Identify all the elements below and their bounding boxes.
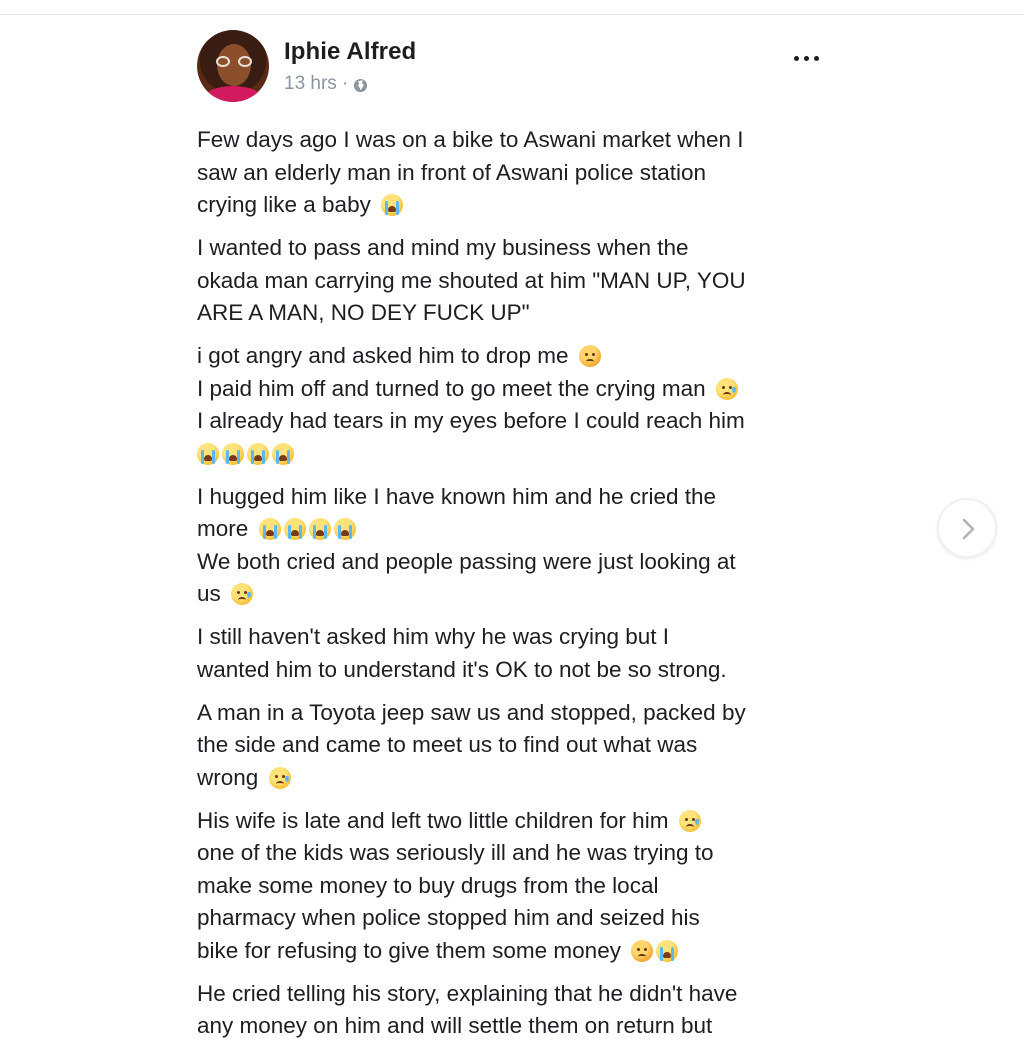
avatar[interactable] xyxy=(197,30,269,102)
paragraph-7: His wife is late and left two little chi… xyxy=(197,807,714,963)
loudly-crying-face-icon xyxy=(222,442,244,465)
crying-face-icon xyxy=(678,809,701,832)
post-body: Few days ago I was on a bike to Aswani m… xyxy=(197,124,837,1053)
more-options-button[interactable] xyxy=(790,46,824,70)
loudly-crying-face-icon xyxy=(258,518,281,540)
paragraph-5: I still haven't asked him why he was cry… xyxy=(197,624,727,682)
loudly-crying-face-icon xyxy=(272,442,294,465)
post-time[interactable]: 13 hrs xyxy=(284,73,337,95)
loudly-crying-face-icon xyxy=(656,939,679,962)
crying-face-icon xyxy=(715,377,738,400)
facebook-post-screenshot: Iphie Alfred 13 hrs · Few days ago I was… xyxy=(0,0,1024,1053)
paragraph-6: A man in a Toyota jeep saw us and stoppe… xyxy=(197,699,746,790)
post-meta: 13 hrs · xyxy=(284,73,368,95)
paragraph-4: I hugged him like I have known him and h… xyxy=(197,483,736,607)
top-divider xyxy=(0,14,1024,15)
paragraph-1: Few days ago I was on a bike to Aswani m… xyxy=(197,127,744,217)
loudly-crying-face-icon xyxy=(333,518,356,540)
loudly-crying-face-icon xyxy=(283,518,306,540)
angry-face-icon xyxy=(631,939,654,962)
chevron-right-icon xyxy=(962,518,975,540)
crying-face-icon xyxy=(231,583,254,605)
loudly-crying-face-icon xyxy=(381,194,404,216)
loudly-crying-face-icon xyxy=(197,442,219,465)
angry-face-icon xyxy=(578,345,601,367)
author-name[interactable]: Iphie Alfred xyxy=(284,38,416,66)
loudly-crying-face-icon xyxy=(308,518,331,540)
paragraph-2: I wanted to pass and mind my business wh… xyxy=(197,235,746,325)
crying-face-icon xyxy=(268,766,291,789)
meta-separator: · xyxy=(341,73,349,94)
loudly-crying-face-icon xyxy=(247,442,269,465)
globe-icon xyxy=(353,77,368,92)
next-button[interactable] xyxy=(937,498,997,558)
paragraph-3: i got angry and asked him to drop me I p… xyxy=(197,340,837,470)
paragraph-8: He cried telling his story, explaining t… xyxy=(197,980,738,1039)
